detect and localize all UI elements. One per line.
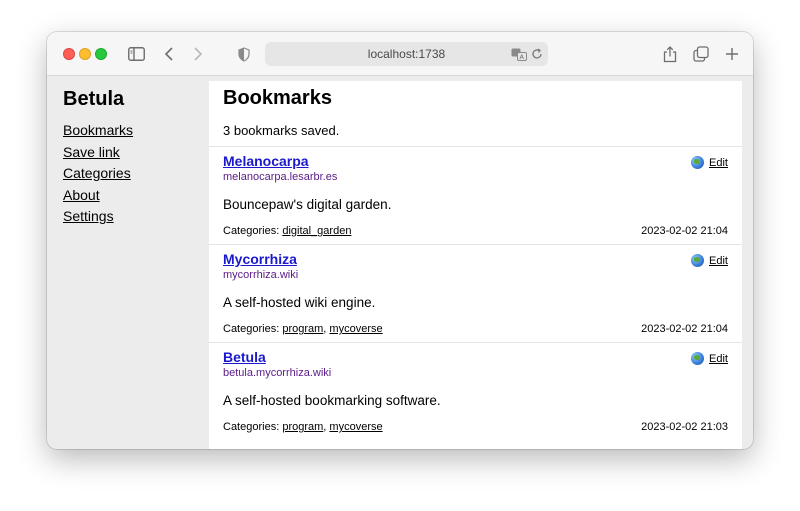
sidebar-link-categories[interactable]: Categories [63,165,131,181]
share-icon[interactable] [660,44,680,64]
bookmark-categories: Categories: program, mycoverse [223,323,383,335]
bookmark-edit: Edit [691,254,728,267]
globe-icon [691,156,705,169]
plus-icon[interactable] [722,44,742,64]
bookmark-categories: Categories: digital_garden [223,225,351,237]
svg-text:A: A [520,53,525,61]
categories-label: Categories: [223,421,280,433]
sidebar: Betula Bookmarks Save link Categories Ab… [47,76,209,449]
category-link[interactable]: program [282,421,323,433]
address-bar[interactable]: localhost:1738 A [265,42,548,66]
category-link[interactable]: digital_garden [282,225,351,237]
bookmark-card: Melanocarpa melanocarpa.lesarbr.es Edit … [209,146,742,244]
globe-icon [691,352,705,365]
sidebar-link-bookmarks[interactable]: Bookmarks [63,122,133,138]
bookmark-url[interactable]: mycorrhiza.wiki [223,269,298,281]
chevron-left-icon[interactable] [159,44,179,64]
sidebar-item-categories: Categories [63,163,133,185]
edit-link[interactable]: Edit [709,353,728,365]
bookmark-edit: Edit [691,156,728,169]
sidebar-item-about: About [63,185,133,207]
bookmark-title-link[interactable]: Betula [223,349,266,365]
bookmark-card: Betula betula.mycorrhiza.wiki Edit A sel… [209,342,742,440]
address-text[interactable]: localhost:1738 [265,42,548,66]
bookmark-description: A self-hosted bookmarking software. [223,393,441,408]
sidebar-item-settings: Settings [63,206,133,228]
bookmark-url[interactable]: melanocarpa.lesarbr.es [223,171,337,183]
site-title[interactable]: Betula [63,88,124,111]
sidebar-link-about[interactable]: About [63,187,100,203]
categories-label: Categories: [223,225,280,237]
page-title: Bookmarks [223,87,332,109]
category-link[interactable]: program [282,323,323,335]
main-content: Bookmarks 3 bookmarks saved. Melanocarpa… [209,81,742,449]
bookmark-description: A self-hosted wiki engine. [223,295,376,310]
reload-icon[interactable] [527,44,547,64]
sidebar-item-save-link: Save link [63,142,133,164]
category-link[interactable]: mycoverse [329,323,382,335]
translate-icon[interactable]: A [509,44,529,64]
bookmark-card: Mycorrhiza mycorrhiza.wiki Edit A self-h… [209,244,742,342]
bookmark-url[interactable]: betula.mycorrhiza.wiki [223,367,331,379]
sidebar-nav: Bookmarks Save link Categories About Set… [63,120,133,228]
bookmark-description: Bouncepaw's digital garden. [223,197,392,212]
close-window-button[interactable] [63,48,75,60]
bookmark-count: 3 bookmarks saved. [223,123,340,138]
minimize-window-button[interactable] [79,48,91,60]
bookmark-title-link[interactable]: Mycorrhiza [223,251,297,267]
shield-icon[interactable] [234,44,254,64]
bookmark-categories: Categories: program, mycoverse [223,421,383,433]
bookmark-edit: Edit [691,352,728,365]
bookmark-date: 2023-02-02 21:04 [641,225,728,237]
category-link[interactable]: mycoverse [329,421,382,433]
edit-link[interactable]: Edit [709,255,728,267]
categories-label: Categories: [223,323,280,335]
globe-icon [691,254,705,267]
sidebar-link-settings[interactable]: Settings [63,208,114,224]
edit-link[interactable]: Edit [709,157,728,169]
sidebar-item-bookmarks: Bookmarks [63,120,133,142]
chevron-right-icon[interactable] [188,44,208,64]
bookmark-title-link[interactable]: Melanocarpa [223,153,309,169]
sidebar-link-save-link[interactable]: Save link [63,144,120,160]
tabs-overview-icon[interactable] [691,44,711,64]
browser-toolbar: localhost:1738 A [47,32,753,76]
browser-window: localhost:1738 A Betula Bookmarks Save l… [47,32,753,449]
bookmark-date: 2023-02-02 21:03 [641,421,728,433]
sidebar-icon[interactable] [126,44,146,64]
bookmark-date: 2023-02-02 21:04 [641,323,728,335]
zoom-window-button[interactable] [95,48,107,60]
